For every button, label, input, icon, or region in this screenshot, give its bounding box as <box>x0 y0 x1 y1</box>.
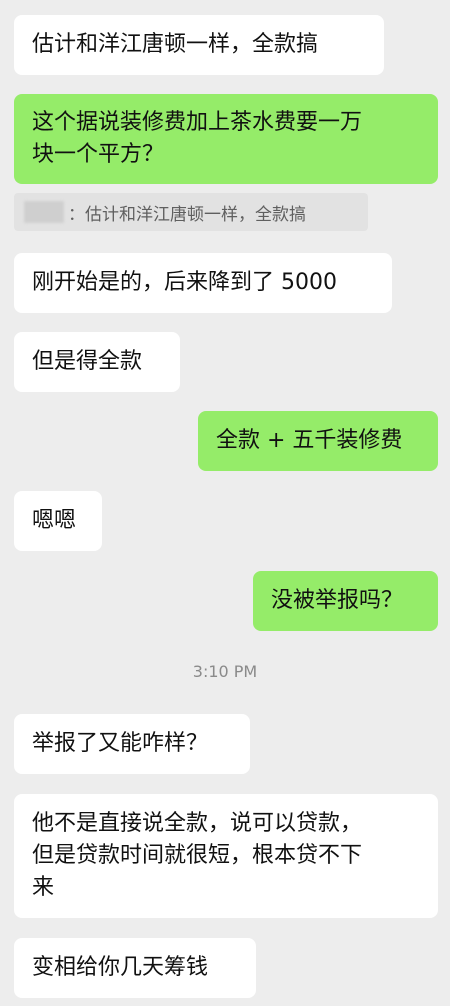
message-text: 嗯嗯 <box>32 508 77 533</box>
message-text: 但是得全款 <box>32 349 143 374</box>
message-text: 刚开始是的，后来降到了 5000 <box>32 270 337 295</box>
message-text: 他不是直接说全款，说可以贷款， <box>32 811 363 836</box>
chat-bubble-incoming[interactable]: 但是得全款 <box>14 332 180 392</box>
message-text: 举报了又能咋样？ <box>32 731 209 756</box>
chat-bubble-incoming[interactable]: 举报了又能咋样？ <box>14 714 250 774</box>
chat-bubble-incoming[interactable]: 变相给你几天筹钱 <box>14 938 256 998</box>
message-text: 全款 + 五千装修费 <box>216 428 403 453</box>
quoted-message[interactable]: ：估计和洋江唐顿一样，全款搞 <box>14 193 368 231</box>
chat-bubble-outgoing[interactable]: 没被举报吗？ <box>253 571 438 631</box>
message-text: 估计和洋江唐顿一样，全款搞 <box>32 32 319 57</box>
chat-bubble-incoming[interactable]: 刚开始是的，后来降到了 5000 <box>14 253 392 313</box>
message-text: 这个据说装修费加上茶水费要一万 <box>32 110 363 135</box>
message-text: 但是贷款时间就很短，根本贷不下 <box>32 843 363 868</box>
message-text: 变相给你几天筹钱 <box>32 955 209 980</box>
quoted-text: ：估计和洋江唐顿一样，全款搞 <box>68 204 306 225</box>
blurred-sender-name <box>24 201 64 223</box>
chat-timestamp: 3:10 PM <box>192 662 258 681</box>
chat-bubble-incoming[interactable]: 估计和洋江唐顿一样，全款搞 <box>14 15 384 75</box>
chat-bubble-incoming[interactable]: 嗯嗯 <box>14 491 102 551</box>
message-text: 来 <box>32 875 55 900</box>
chat-bubble-outgoing[interactable]: 全款 + 五千装修费 <box>198 411 438 471</box>
message-text: 没被举报吗？ <box>271 588 404 613</box>
chat-bubble-outgoing[interactable]: 这个据说装修费加上茶水费要一万 块一个平方？ <box>14 94 438 184</box>
message-text: 块一个平方？ <box>32 142 165 167</box>
chat-bubble-incoming[interactable]: 他不是直接说全款，说可以贷款， 但是贷款时间就很短，根本贷不下 来 <box>14 794 438 918</box>
